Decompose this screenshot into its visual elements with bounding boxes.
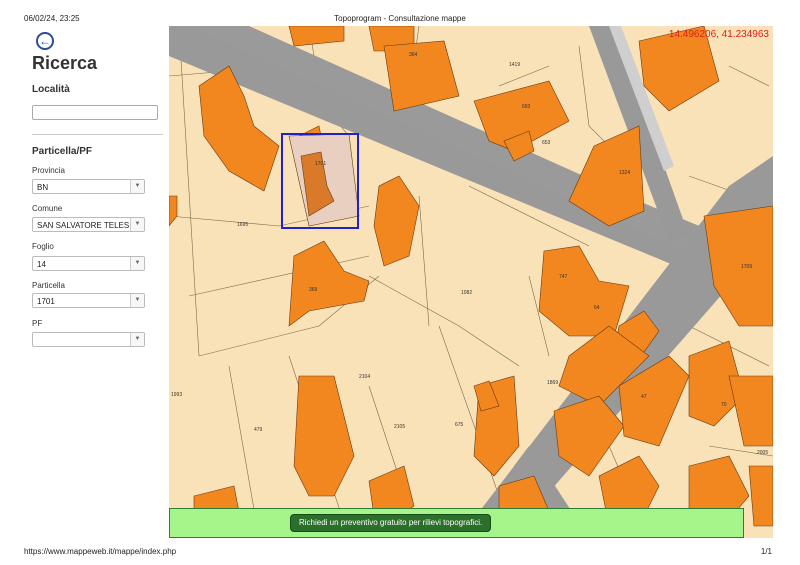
comune-value: SAN SALVATORE TELESINO bbox=[37, 221, 129, 230]
parcel-label: 675 bbox=[455, 422, 464, 428]
print-title: Topoprogram - Consultazione mappe bbox=[334, 14, 466, 23]
parcel-label: 47 bbox=[641, 394, 647, 400]
parcel-label: 1709 bbox=[741, 264, 752, 270]
particella-label: Particella bbox=[32, 281, 65, 290]
provincia-select[interactable]: BN ▼ bbox=[32, 179, 145, 194]
search-sidebar: ← Ricerca Località Particella/PF Provinc… bbox=[24, 26, 169, 538]
particella-value: 1701 bbox=[37, 297, 55, 306]
parcel-label: 1695 bbox=[237, 222, 248, 228]
cadastral-map[interactable]: 1701 1695 364 1419 693 1324 653 369 1082… bbox=[169, 26, 773, 538]
parcel-label: 64 bbox=[594, 305, 600, 311]
parcel-label: 70 bbox=[721, 402, 727, 408]
parcel-label: 1993 bbox=[171, 392, 182, 398]
provincia-value: BN bbox=[37, 183, 49, 192]
chevron-down-icon: ▼ bbox=[130, 257, 144, 270]
pf-select[interactable]: ▼ bbox=[32, 332, 145, 347]
particella-select[interactable]: 1701 ▼ bbox=[32, 293, 145, 308]
print-page-number: 1/1 bbox=[760, 547, 772, 556]
coordinate-readout: 14.496206, 41.234963 bbox=[668, 29, 769, 40]
comune-label: Comune bbox=[32, 204, 63, 213]
print-footer: https://www.mappeweb.it/mappe/index.php … bbox=[0, 543, 800, 565]
parcel-label: 2005 bbox=[757, 450, 768, 456]
particella-section-title: Particella/PF bbox=[32, 146, 93, 157]
promo-banner: Richiedi un preventivo gratuito per rili… bbox=[169, 508, 744, 538]
parcel-label: 2104 bbox=[359, 374, 370, 380]
back-arrow-icon[interactable]: ← bbox=[36, 32, 54, 50]
page-title: Ricerca bbox=[32, 53, 98, 73]
comune-select[interactable]: SAN SALVATORE TELESINO ▼ bbox=[32, 217, 145, 232]
parcel-label: 364 bbox=[409, 52, 418, 58]
print-url: https://www.mappeweb.it/mappe/index.php bbox=[24, 547, 177, 556]
parcel-label: 1082 bbox=[461, 290, 472, 296]
parcel-label: 1419 bbox=[509, 62, 520, 68]
localita-input[interactable] bbox=[32, 105, 158, 120]
parcel-label: 1701 bbox=[315, 161, 326, 167]
divider bbox=[32, 134, 163, 135]
parcel-label: 2105 bbox=[394, 424, 405, 430]
parcel-label: 1324 bbox=[619, 170, 630, 176]
chevron-down-icon: ▼ bbox=[130, 294, 144, 307]
print-header: 06/02/24, 23:25 Topoprogram - Consultazi… bbox=[0, 0, 800, 26]
localita-label: Località bbox=[32, 84, 70, 95]
foglio-label: Foglio bbox=[32, 242, 54, 251]
chevron-down-icon: ▼ bbox=[130, 333, 144, 346]
parcel-label: 693 bbox=[522, 104, 531, 110]
parcel-label: 369 bbox=[309, 287, 318, 293]
quote-request-button[interactable]: Richiedi un preventivo gratuito per rili… bbox=[290, 514, 492, 532]
foglio-value: 14 bbox=[37, 260, 46, 269]
parcel-label: 1869 bbox=[547, 380, 558, 386]
pf-label: PF bbox=[32, 319, 43, 328]
parcel-label: 479 bbox=[254, 427, 263, 433]
parcel-label: 653 bbox=[542, 140, 551, 146]
parcel-label: 747 bbox=[559, 274, 568, 280]
chevron-down-icon: ▼ bbox=[130, 218, 144, 231]
map-canvas[interactable]: 1701 1695 364 1419 693 1324 653 369 1082… bbox=[169, 26, 773, 538]
provincia-label: Provincia bbox=[32, 166, 65, 175]
foglio-select[interactable]: 14 ▼ bbox=[32, 256, 145, 271]
chevron-down-icon: ▼ bbox=[130, 180, 144, 193]
